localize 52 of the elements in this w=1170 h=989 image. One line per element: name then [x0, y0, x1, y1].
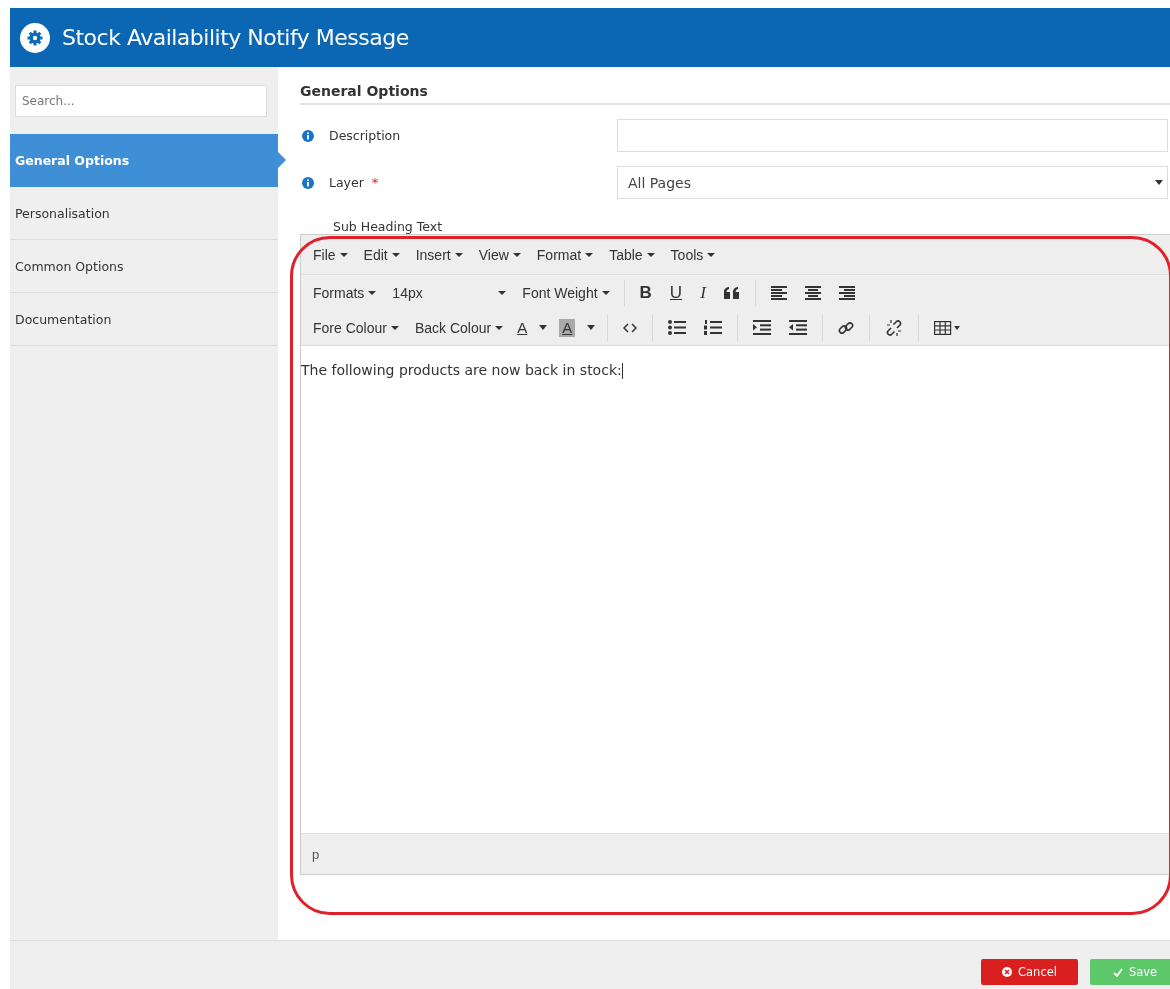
fore-colour-dropdown[interactable]: Fore Colour	[305, 313, 407, 342]
check-icon	[1112, 967, 1123, 977]
highlight-button[interactable]: A	[559, 318, 576, 337]
italic-button[interactable]: I	[691, 279, 715, 306]
editor-text: The following products are now back in stock:	[301, 362, 622, 378]
search-field[interactable]: Search...	[15, 85, 267, 117]
sidebar-item[interactable]: Personalisation	[10, 187, 278, 240]
font-weight-dropdown[interactable]: Font Weight	[514, 278, 618, 307]
cancel-button[interactable]: Cancel	[981, 959, 1078, 985]
unlink-icon[interactable]	[885, 318, 904, 337]
menu-item[interactable]: Tools	[662, 240, 724, 269]
caret-icon[interactable]	[539, 325, 548, 330]
sidebar-item[interactable]: Documentation	[10, 293, 278, 346]
bullet-list-icon[interactable]	[668, 320, 687, 335]
info-icon	[302, 176, 314, 189]
menu-item[interactable]: File	[305, 240, 356, 269]
required-mark: *	[371, 175, 379, 190]
outdent-icon[interactable]	[789, 320, 808, 335]
bold-button[interactable]: B	[630, 279, 661, 306]
menu-item[interactable]: Format	[528, 240, 602, 269]
font-size-dropdown[interactable]: 14px	[384, 278, 515, 307]
formats-dropdown[interactable]: Formats	[305, 278, 385, 307]
section-title: General Options	[300, 83, 1170, 105]
layer-select[interactable]: All Pages	[617, 166, 1168, 199]
underline-button[interactable]: U	[660, 279, 692, 306]
sidebar-item[interactable]: Common Options	[10, 240, 278, 293]
field-label: Layer	[329, 175, 364, 190]
align-left-icon[interactable]	[770, 285, 787, 300]
back-colour-dropdown[interactable]: Back Colour	[406, 313, 512, 342]
field-label: Sub Heading Text	[333, 219, 444, 233]
indent-icon[interactable]	[753, 320, 772, 335]
menu-item[interactable]: Insert	[407, 240, 471, 269]
caret-icon[interactable]	[587, 325, 596, 330]
text-colour-button[interactable]: A	[511, 314, 534, 341]
info-icon	[302, 129, 314, 142]
gear-icon	[20, 22, 50, 53]
menu-item[interactable]: Table	[601, 240, 663, 269]
link-icon[interactable]	[838, 319, 855, 336]
description-field[interactable]	[617, 119, 1168, 152]
numbered-list-icon[interactable]	[704, 320, 723, 335]
menu-item[interactable]: View	[470, 240, 529, 269]
align-center-icon[interactable]	[804, 285, 821, 300]
quote-icon[interactable]	[723, 286, 740, 299]
field-label: Description	[329, 128, 401, 143]
window-title: Stock Availability Notify Message	[62, 25, 409, 50]
caret-icon	[1155, 180, 1163, 185]
element-path: p	[312, 846, 320, 862]
close-icon	[1002, 967, 1012, 977]
table-icon[interactable]	[934, 320, 961, 335]
menu-item[interactable]: Edit	[355, 240, 408, 269]
align-right-icon[interactable]	[838, 285, 855, 300]
code-icon[interactable]	[623, 322, 638, 333]
